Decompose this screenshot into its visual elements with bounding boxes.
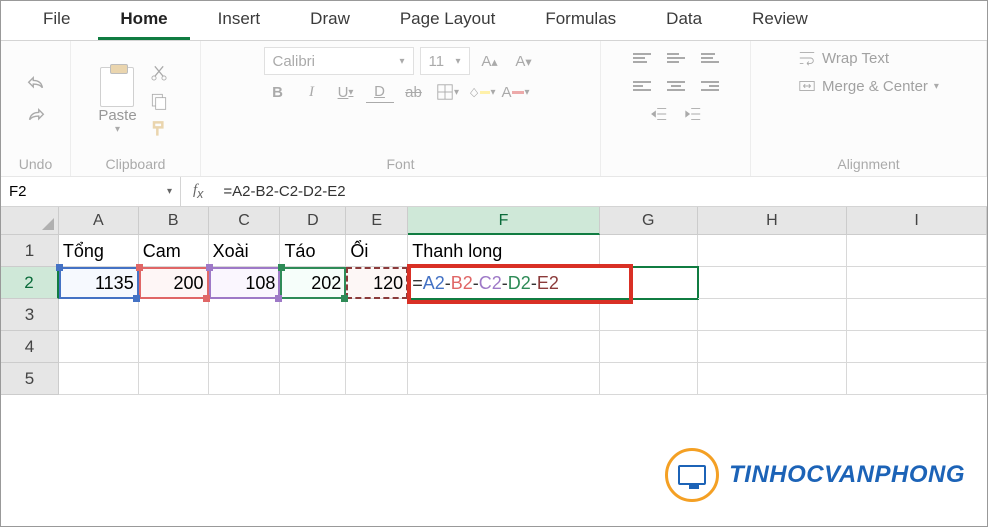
- ribbon-tabs: File Home Insert Draw Page Layout Formul…: [1, 1, 987, 41]
- tab-file[interactable]: File: [21, 1, 92, 40]
- wrap-text-button[interactable]: Wrap Text: [792, 47, 895, 69]
- col-header-A[interactable]: A: [59, 207, 139, 235]
- clipboard-icon: [100, 67, 134, 107]
- cell-C1[interactable]: Xoài: [209, 235, 281, 267]
- cell-E2[interactable]: 120: [346, 267, 408, 299]
- cell-I2[interactable]: [847, 267, 987, 299]
- merge-center-button[interactable]: Merge & Center▾: [792, 75, 945, 97]
- font-color-button[interactable]: A▾: [502, 81, 530, 103]
- borders-button[interactable]: ▾: [434, 81, 462, 103]
- cut-button[interactable]: [145, 62, 173, 84]
- cell-A2[interactable]: 1135: [59, 267, 139, 299]
- tab-page-layout[interactable]: Page Layout: [378, 1, 517, 40]
- cell-B1[interactable]: Cam: [139, 235, 209, 267]
- spreadsheet-grid: A B C D E F G H I 1 Tổng Cam Xoài Táo Ổi…: [1, 207, 987, 395]
- underline-button[interactable]: U▾: [332, 81, 360, 103]
- undo-button[interactable]: [22, 74, 50, 96]
- formula-bar: F2▾ fx =A2-B2-C2-D2-E2: [1, 177, 987, 207]
- tab-insert[interactable]: Insert: [196, 1, 283, 40]
- tab-formulas[interactable]: Formulas: [523, 1, 638, 40]
- align-left-button[interactable]: [628, 75, 656, 97]
- decrease-font-button[interactable]: A▾: [510, 50, 538, 72]
- redo-button[interactable]: [22, 106, 50, 128]
- group-clipboard-label: Clipboard: [106, 154, 166, 172]
- align-middle-button[interactable]: [662, 47, 690, 69]
- group-alignment-label: Alignment: [837, 154, 899, 172]
- col-header-D[interactable]: D: [280, 207, 346, 235]
- cell-C2[interactable]: 108: [209, 267, 281, 299]
- col-header-G[interactable]: G: [600, 207, 698, 235]
- group-undo-label: Undo: [19, 154, 52, 172]
- decrease-indent-button[interactable]: [645, 103, 673, 125]
- fill-color-button[interactable]: ▾: [468, 81, 496, 103]
- formula-input[interactable]: =A2-B2-C2-D2-E2: [215, 183, 987, 200]
- col-header-C[interactable]: C: [209, 207, 281, 235]
- merge-icon: [798, 77, 816, 95]
- italic-button[interactable]: I: [298, 81, 326, 103]
- align-bottom-button[interactable]: [696, 47, 724, 69]
- fx-icon[interactable]: fx: [181, 182, 215, 201]
- chevron-down-icon: ▾: [115, 124, 120, 135]
- ribbon: Undo Paste ▾ Clipboard Calibri▾ 11▾ A▴ A…: [1, 41, 987, 177]
- double-underline-button[interactable]: D: [366, 81, 394, 103]
- tab-home[interactable]: Home: [98, 1, 189, 40]
- strikethrough-button[interactable]: ab: [400, 81, 428, 103]
- font-name-select[interactable]: Calibri▾: [264, 47, 414, 75]
- align-top-button[interactable]: [628, 47, 656, 69]
- row-header-5[interactable]: 5: [1, 363, 59, 395]
- row-header-2[interactable]: 2: [1, 267, 59, 299]
- watermark: TINHOCVANPHONG: [665, 448, 965, 502]
- name-box[interactable]: F2▾: [1, 177, 181, 206]
- increase-indent-button[interactable]: [679, 103, 707, 125]
- wrap-text-icon: [798, 49, 816, 67]
- format-painter-button[interactable]: [145, 118, 173, 140]
- copy-button[interactable]: [145, 90, 173, 112]
- increase-font-button[interactable]: A▴: [476, 50, 504, 72]
- select-all-triangle[interactable]: [1, 207, 59, 235]
- cell-B2[interactable]: 200: [139, 267, 209, 299]
- watermark-text: TINHOCVANPHONG: [729, 461, 965, 489]
- cell-F2[interactable]: =A2-B2-C2-D2-E2: [408, 267, 697, 299]
- col-header-F[interactable]: F: [408, 207, 600, 235]
- cell-F1[interactable]: Thanh long: [408, 235, 600, 267]
- row-header-1[interactable]: 1: [1, 235, 59, 267]
- cell-A3[interactable]: [59, 299, 139, 331]
- align-right-button[interactable]: [696, 75, 724, 97]
- tab-review[interactable]: Review: [730, 1, 830, 40]
- paste-button[interactable]: Paste ▾: [98, 67, 136, 135]
- cell-A1[interactable]: Tổng: [59, 235, 139, 267]
- cell-E1[interactable]: Ổi: [346, 235, 408, 267]
- col-header-E[interactable]: E: [346, 207, 408, 235]
- tab-draw[interactable]: Draw: [288, 1, 372, 40]
- row-header-3[interactable]: 3: [1, 299, 59, 331]
- cell-H1[interactable]: [698, 235, 848, 267]
- cell-G1[interactable]: [600, 235, 698, 267]
- watermark-logo-icon: [665, 448, 719, 502]
- group-font-label: Font: [386, 154, 414, 172]
- col-header-I[interactable]: I: [847, 207, 987, 235]
- align-center-button[interactable]: [662, 75, 690, 97]
- col-header-B[interactable]: B: [139, 207, 209, 235]
- font-size-select[interactable]: 11▾: [420, 47, 470, 75]
- cell-D1[interactable]: Táo: [280, 235, 346, 267]
- cell-D2[interactable]: 202: [280, 267, 346, 299]
- tab-data[interactable]: Data: [644, 1, 724, 40]
- row-header-4[interactable]: 4: [1, 331, 59, 363]
- cell-I1[interactable]: [847, 235, 987, 267]
- bold-button[interactable]: B: [264, 81, 292, 103]
- cell-H2[interactable]: [698, 267, 848, 299]
- col-header-H[interactable]: H: [698, 207, 848, 235]
